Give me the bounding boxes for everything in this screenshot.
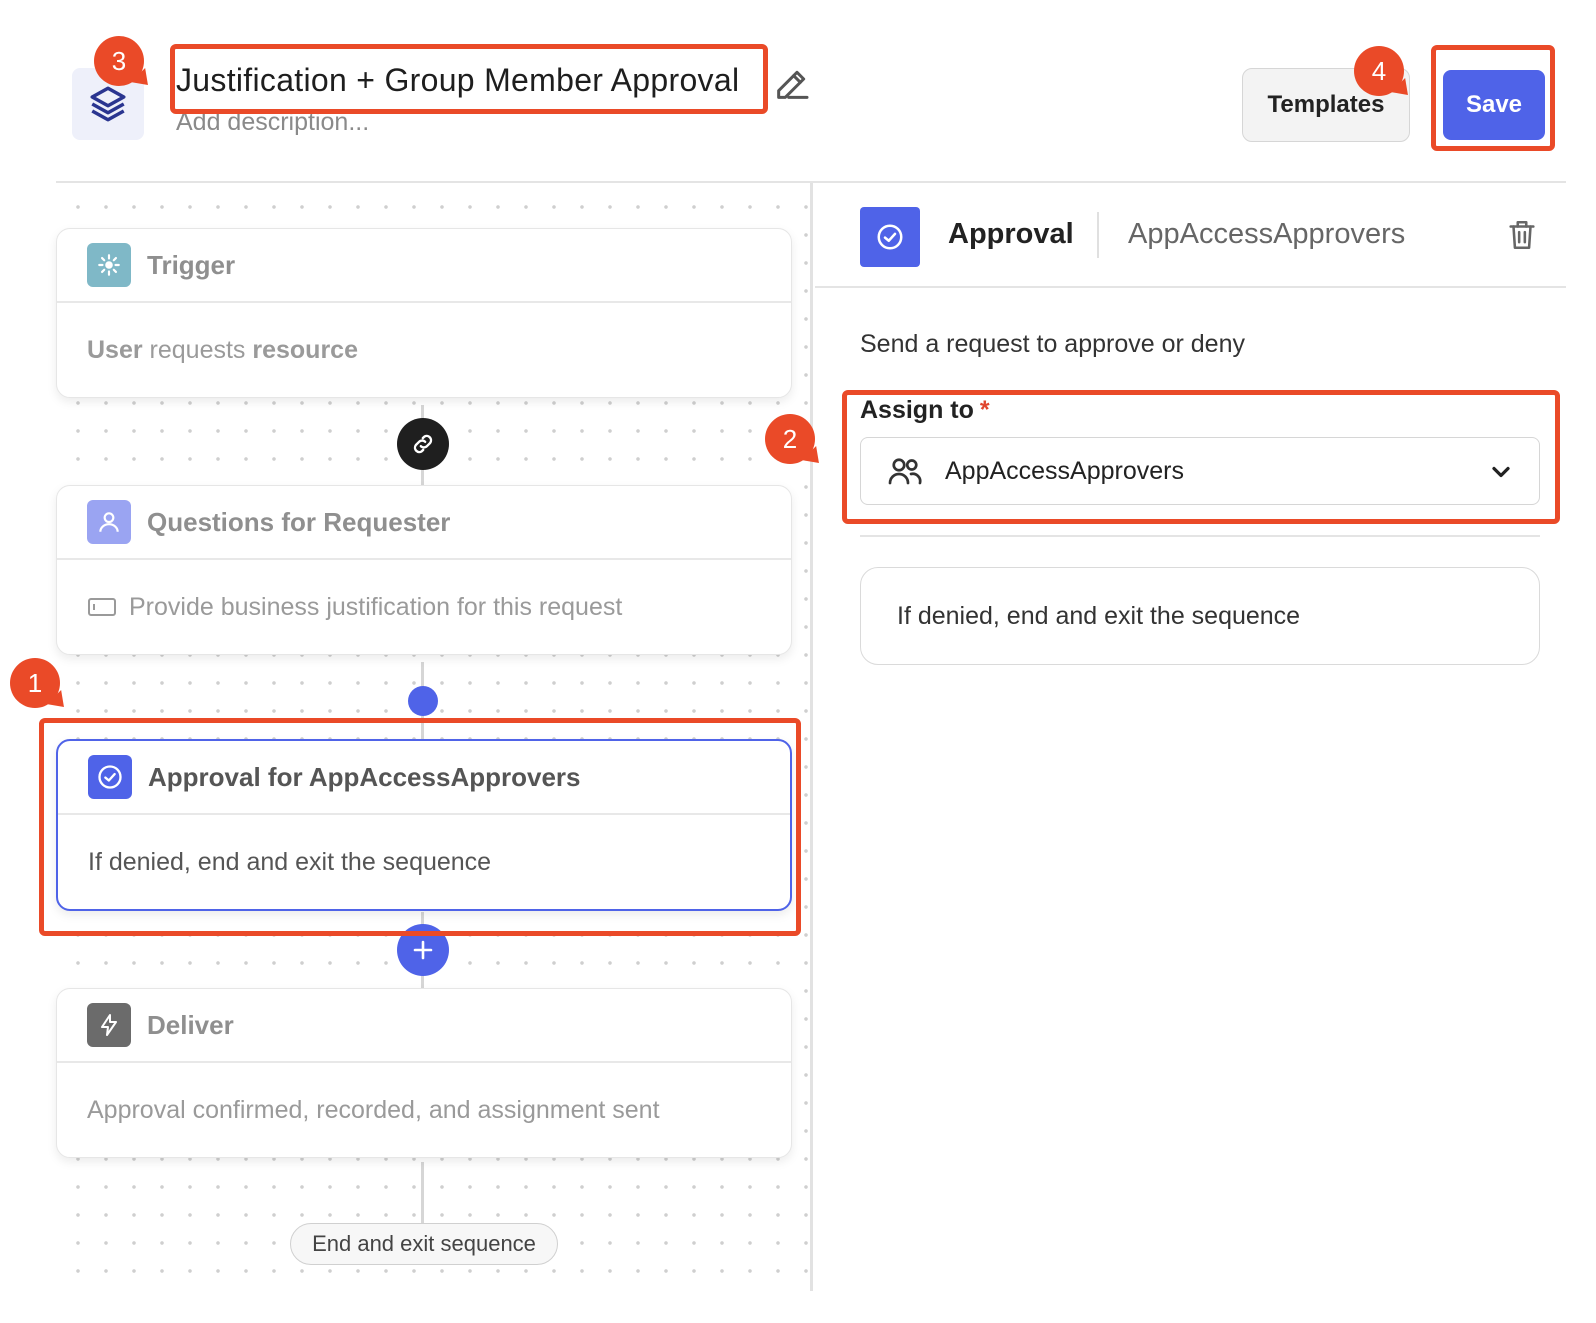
panel-splitter[interactable] <box>810 183 813 1291</box>
workflow-title[interactable]: Justification + Group Member Approval <box>176 62 739 99</box>
trigger-subject: User <box>87 335 143 364</box>
step-body: Provide business justification for this … <box>57 560 791 654</box>
trigger-verb: requests <box>142 335 253 364</box>
step-title: Questions for Requester <box>147 506 451 537</box>
description-placeholder[interactable]: Add description... <box>176 108 369 137</box>
plus-icon <box>413 940 433 960</box>
panel-title-separator <box>1097 212 1099 258</box>
trigger-object: resource <box>252 335 358 364</box>
step-card-trigger[interactable]: Trigger User requests resource <box>56 228 792 398</box>
annotation-badge-1: 1 <box>10 658 72 715</box>
annotation-badge-3: 3 <box>94 36 156 93</box>
step-body: Approval confirmed, recorded, and assign… <box>87 1095 660 1124</box>
text-field-icon <box>88 598 116 616</box>
step-body: User requests resource <box>57 303 791 397</box>
assign-to-label: Assign to * <box>860 396 990 425</box>
check-circle-icon <box>88 755 132 799</box>
step-body: If denied, end and exit the sequence <box>88 847 492 876</box>
field-divider <box>860 535 1540 537</box>
add-step-button[interactable] <box>397 924 449 976</box>
connector-line <box>421 1162 424 1224</box>
step-card-deliver[interactable]: Deliver Approval confirmed, recorded, an… <box>56 988 792 1158</box>
question-text: Provide business justification for this … <box>129 592 623 621</box>
approval-icon <box>860 207 920 267</box>
assign-to-text: Assign to <box>860 396 974 424</box>
layers-icon <box>90 86 126 122</box>
panel-step-name[interactable]: AppAccessApprovers <box>1128 218 1405 251</box>
trash-icon[interactable] <box>1505 218 1539 252</box>
step-title: Trigger <box>147 249 236 280</box>
required-marker: * <box>979 396 990 424</box>
people-icon <box>888 458 922 485</box>
step-card-questions[interactable]: Questions for Requester Provide business… <box>56 485 792 655</box>
annotation-badge-2: 2 <box>765 414 827 471</box>
end-sequence-pill: End and exit sequence <box>290 1223 558 1265</box>
chevron-down-icon <box>1492 466 1510 478</box>
step-header: Deliver <box>57 989 791 1063</box>
panel-description: Send a request to approve or deny <box>860 330 1245 358</box>
annotation-badge-4: 4 <box>1354 46 1416 103</box>
panel-step-type: Approval <box>948 218 1074 250</box>
step-card-approval[interactable]: Approval for AppAccessApprovers If denie… <box>56 739 792 911</box>
trigger-sparkle-icon <box>87 243 131 287</box>
connector-dot[interactable] <box>408 686 438 716</box>
assign-to-select[interactable]: AppAccessApprovers <box>860 437 1540 505</box>
link-icon <box>413 434 433 454</box>
person-icon <box>87 500 131 544</box>
lightning-icon <box>87 1003 131 1047</box>
step-header: Trigger <box>57 229 791 303</box>
link-node[interactable] <box>397 418 449 470</box>
save-button[interactable]: Save <box>1443 70 1545 140</box>
step-header: Questions for Requester <box>57 486 791 560</box>
panel-divider <box>815 286 1566 288</box>
step-title: Approval for AppAccessApprovers <box>148 761 581 792</box>
assign-to-value: AppAccessApprovers <box>945 456 1185 485</box>
deny-behavior-option[interactable]: If denied, end and exit the sequence <box>860 567 1540 665</box>
edit-pencil-icon[interactable] <box>772 64 812 104</box>
step-title: Deliver <box>147 1009 234 1040</box>
step-header: Approval for AppAccessApprovers <box>58 741 790 815</box>
